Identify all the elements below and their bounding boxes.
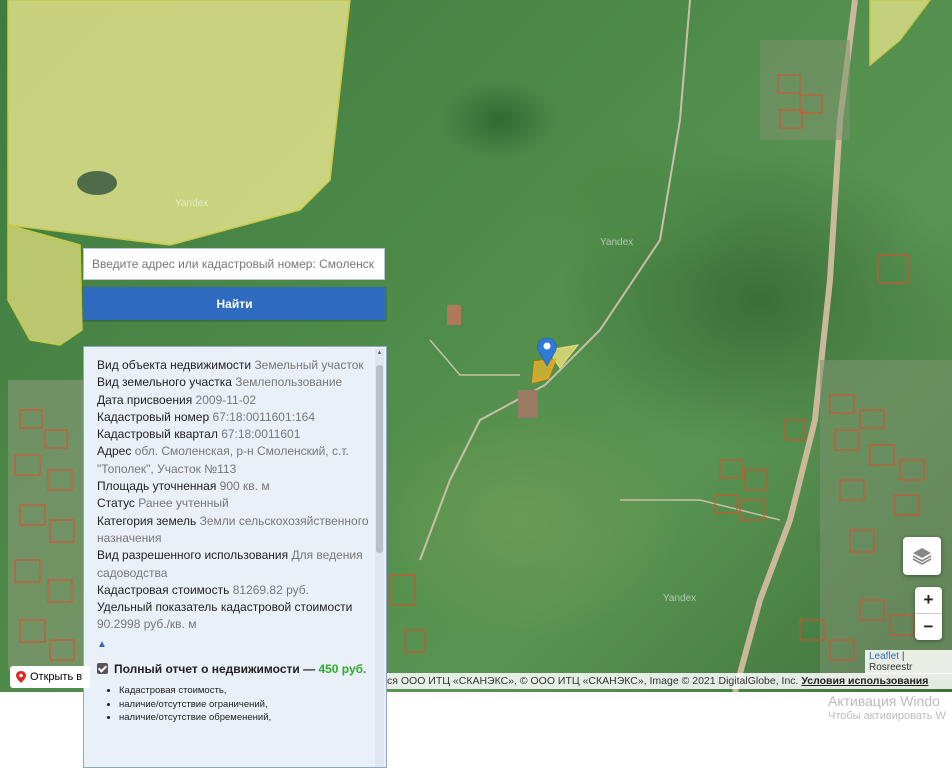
pond — [77, 171, 117, 195]
building — [518, 390, 538, 418]
info-row: Кадастровая стоимость 81269.82 руб. — [97, 582, 309, 597]
dirt-road — [419, 0, 691, 561]
info-row: Удельный показатель кадастровой стоимост… — [97, 600, 353, 632]
scroll-up-arrow-icon[interactable]: ▲ — [375, 349, 384, 357]
info-row: Вид разрешенного использования Для веден… — [97, 548, 363, 580]
list-item: наличие/отсутствие ограничений, — [119, 698, 372, 712]
info-row: Кадастровый квартал 67:18:0011601 — [97, 427, 301, 442]
building — [447, 305, 461, 325]
info-row: Адрес обл. Смоленская, р-н Смоленский, с… — [97, 444, 349, 476]
info-row: Вид объекта недвижимости Земельный участ… — [97, 358, 364, 372]
layers-icon — [912, 548, 932, 565]
info-row: Дата присвоения 2009-11-02 — [97, 392, 257, 407]
info-row: Вид земельного участка Землепользование — [97, 375, 343, 390]
rosreestr-label: Rosreestr — [869, 662, 913, 673]
leaflet-link[interactable]: Leaflet — [869, 651, 899, 662]
zoom-out-button[interactable]: − — [915, 614, 942, 640]
property-info-content: Вид объекта недвижимости Земельный участ… — [84, 347, 386, 725]
info-row: Кадастровый номер 67:18:0011601:164 — [97, 409, 316, 424]
find-button[interactable]: Найти — [83, 287, 386, 320]
scrollbar-thumb[interactable] — [376, 365, 383, 553]
info-row: Статус Ранее учтенный — [97, 496, 229, 511]
activation-title: Активация Windo — [828, 693, 940, 709]
report-price: 450 руб. — [318, 662, 367, 677]
map-watermark: Yandex — [600, 237, 634, 248]
map-watermark: Yandex — [663, 593, 697, 604]
parcel-field-west — [7, 224, 83, 346]
map-pin-icon — [16, 671, 26, 683]
list-item: Кадастровая стоимость, — [119, 684, 372, 698]
open-in-link[interactable]: Открыть в — [10, 666, 90, 688]
zoom-in-button[interactable]: + — [915, 587, 942, 613]
report-label: Полный отчет о недвижимости — 450 руб. — [114, 662, 367, 677]
report-bullets: Кадастровая стоимость, наличие/отсутстви… — [97, 684, 372, 725]
list-item: наличие/отсутствие обременений, — [119, 711, 372, 725]
zoom-control: + − — [915, 587, 942, 640]
map-attribution: ся ООО ИТЦ «СКАНЭКС», © ООО ИТЦ «СКАНЭКС… — [387, 673, 952, 689]
leaflet-attribution: Leaflet | Rosreestr — [865, 650, 952, 674]
property-info-panel: Вид объекта недвижимости Земельный участ… — [83, 346, 387, 768]
settlement-northeast — [760, 40, 850, 140]
open-in-label: Открыть в — [30, 671, 83, 683]
parcel-field-northeast — [869, 0, 931, 67]
collapse-arrow-icon[interactable]: ▲ — [97, 636, 372, 653]
windows-activation-watermark: Активация Windo Чтобы активировать W — [828, 693, 946, 723]
search-input[interactable] — [83, 248, 385, 280]
report-checkbox[interactable] — [97, 663, 108, 675]
activation-subtitle: Чтобы активировать W — [828, 710, 946, 722]
info-row: Категория земель Земли сельскохозяйствен… — [97, 513, 369, 545]
terms-of-use-link[interactable]: Условия использования — [801, 675, 928, 687]
info-row: Площадь уточненная 900 кв. м — [97, 479, 270, 494]
attribution-separator: | — [901, 651, 905, 662]
dirt-road-2 — [429, 339, 520, 376]
map-watermark: Yandex — [175, 198, 209, 209]
full-report-option[interactable]: Полный отчет о недвижимости — 450 руб. — [97, 661, 372, 678]
dirt-road-3 — [620, 499, 781, 521]
layers-button[interactable] — [903, 537, 941, 575]
